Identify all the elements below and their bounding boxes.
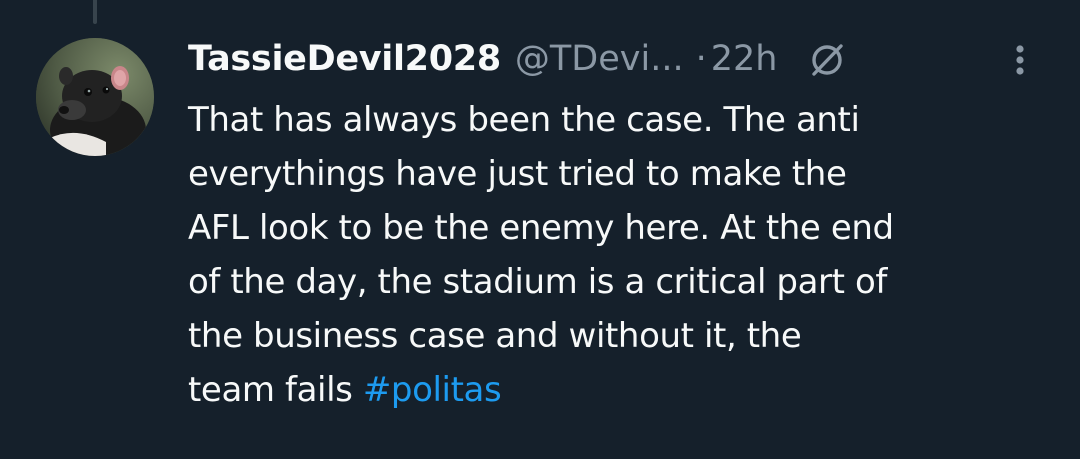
more-vertical-icon[interactable] <box>1008 42 1032 78</box>
user-handle[interactable]: @TDevi... <box>515 39 684 79</box>
tweet-text-line: everythings have just tried to make the <box>188 154 847 194</box>
tweet-text-line: of the day, the stadium is a critical pa… <box>188 262 887 302</box>
tweet-body: That has always been the case. The anti … <box>188 93 1058 417</box>
thread-connector-line <box>93 0 97 24</box>
tweet-text-line: That has always been the case. The anti <box>188 100 860 140</box>
tweet-text-last-line: team fails #politas <box>188 363 1058 417</box>
tweet-text-line: AFL look to be the enemy here. At the en… <box>188 208 894 248</box>
avatar[interactable] <box>36 38 154 156</box>
tweet-text-line: the business case and without it, the <box>188 316 802 356</box>
tasmanian-devil-avatar-icon <box>36 38 154 156</box>
timestamp[interactable]: 22h <box>711 39 778 79</box>
tweet-header: TassieDevil2028 @TDevi... · 22h <box>188 34 1048 84</box>
tweet-text-line: team fails <box>188 370 363 410</box>
separator-dot: · <box>695 39 707 79</box>
slashed-circle-icon <box>807 39 847 79</box>
display-name[interactable]: TassieDevil2028 <box>188 39 501 79</box>
hashtag-link[interactable]: #politas <box>363 370 502 410</box>
